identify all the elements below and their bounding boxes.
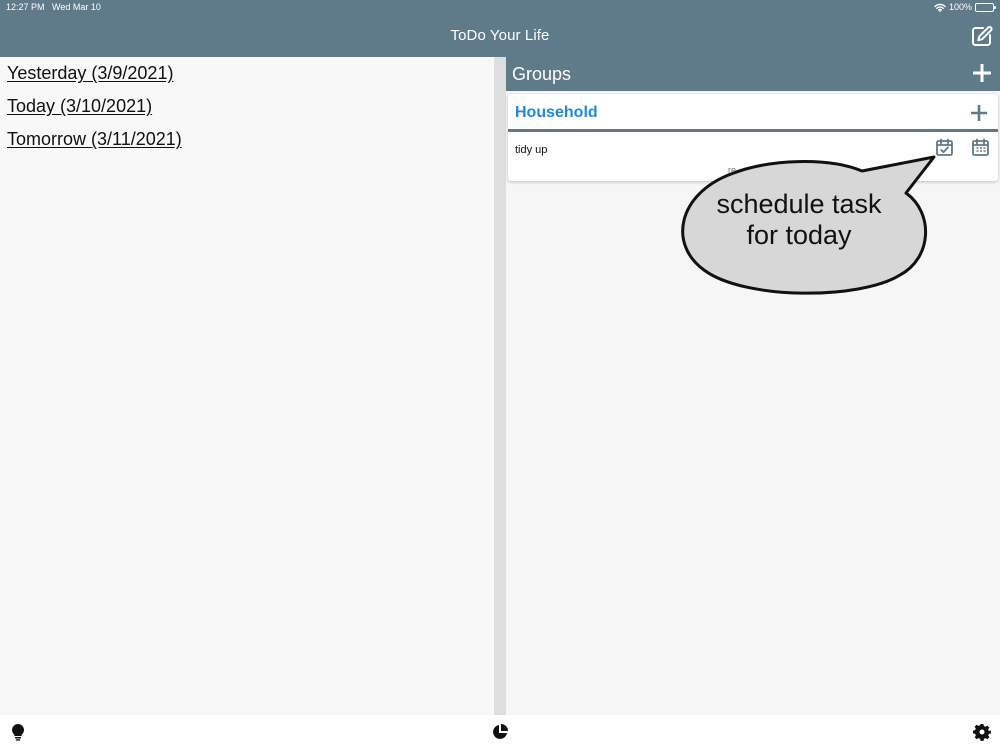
app-header: ToDo Your Life xyxy=(0,14,1000,57)
wifi-icon xyxy=(934,3,946,12)
groups-header: Groups xyxy=(506,57,1000,91)
task-label: tidy up xyxy=(515,144,548,156)
pane-divider[interactable] xyxy=(494,57,506,715)
battery-percent: 100% xyxy=(948,2,972,12)
days-pane: Yesterday (3/9/2021) Today (3/10/2021) T… xyxy=(0,57,494,715)
add-group-plus-icon[interactable] xyxy=(973,64,991,82)
yesterday-link[interactable]: Yesterday (3/9/2021) xyxy=(7,63,173,84)
group-card-household: Household tidy up re xyxy=(508,94,998,181)
status-bar: 12:27 PM Wed Mar 10 100% xyxy=(0,0,1000,14)
pie-chart-icon[interactable] xyxy=(491,723,509,741)
groups-pane: Groups Household tidy up re xyxy=(506,57,1000,715)
gear-icon[interactable] xyxy=(973,723,991,741)
status-time: 12:27 PM Wed Mar 10 xyxy=(6,2,101,12)
bottom-toolbar xyxy=(0,715,1000,750)
group-heading: Household xyxy=(508,94,998,131)
time-text: 12:27 PM xyxy=(6,2,45,12)
app-title: ToDo Your Life xyxy=(450,27,550,44)
groups-title: Groups xyxy=(512,64,572,84)
today-link[interactable]: Today (3/10/2021) xyxy=(7,96,152,117)
battery-icon xyxy=(975,2,996,12)
tomorrow-link[interactable]: Tomorrow (3/11/2021) xyxy=(7,129,182,150)
add-task-plus-icon[interactable] xyxy=(971,105,987,121)
calendar-icon[interactable] xyxy=(971,138,990,157)
calendar-check-icon[interactable] xyxy=(935,138,954,157)
date-text: Wed Mar 10 xyxy=(52,2,101,12)
task-row[interactable]: tidy up re xyxy=(508,132,998,181)
status-indicators: 100% xyxy=(934,2,996,12)
lightbulb-icon[interactable] xyxy=(9,723,27,741)
task-partial-text: re xyxy=(728,165,737,175)
group-name[interactable]: Household xyxy=(515,104,598,122)
edit-icon[interactable] xyxy=(971,25,993,47)
